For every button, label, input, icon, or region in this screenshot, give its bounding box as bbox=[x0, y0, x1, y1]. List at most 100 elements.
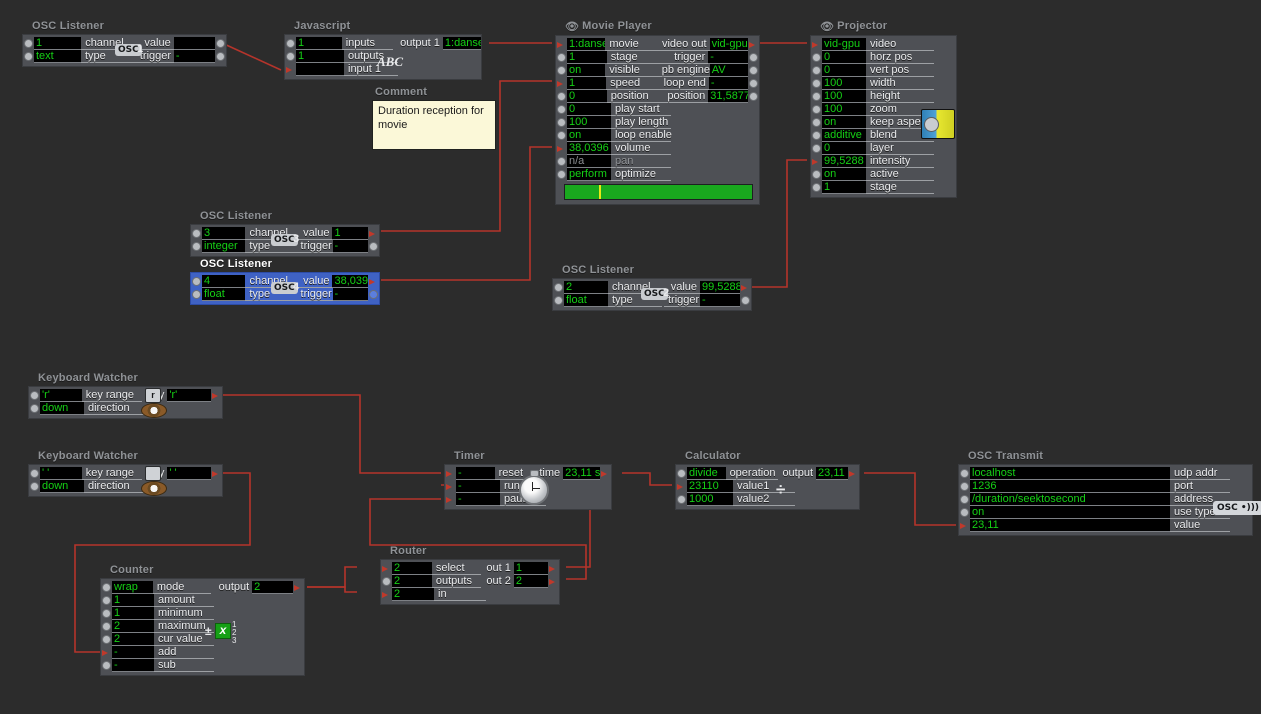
node-osc-listener-4[interactable]: OSC Listener 4 channel value 38,0396 flo… bbox=[190, 258, 380, 305]
input-port[interactable] bbox=[557, 105, 566, 114]
node-osc-listener-3[interactable]: OSC Listener 3 channel value 1 integer t… bbox=[190, 210, 380, 257]
input-port[interactable] bbox=[30, 469, 39, 478]
field-port[interactable]: 1236 bbox=[970, 480, 1170, 493]
field-height[interactable]: 100 bbox=[822, 90, 866, 103]
node-body[interactable]: vid-gpu video 0 horz pos 0 vert pos 100 … bbox=[810, 35, 957, 198]
input-port[interactable] bbox=[102, 635, 111, 644]
node-row[interactable]: 2 outputs out 2 2 bbox=[381, 575, 559, 588]
input-port[interactable] bbox=[812, 66, 821, 75]
field-udp-addr[interactable]: localhost bbox=[970, 467, 1170, 480]
node-row[interactable]: 0 layer bbox=[811, 142, 956, 155]
node-body[interactable]: 'r' key range key 'r' down direction r bbox=[28, 386, 223, 419]
node-row[interactable]: n/a pan bbox=[556, 155, 759, 168]
input-port[interactable] bbox=[812, 79, 821, 88]
input-port[interactable] bbox=[812, 118, 821, 127]
node-row[interactable]: 1 stage bbox=[811, 181, 956, 194]
node-projector-1[interactable]: 👁 Projector vid-gpu video 0 horz pos 0 ve… bbox=[810, 20, 957, 198]
input-port[interactable] bbox=[960, 482, 969, 491]
node-body[interactable]: 3 channel value 1 integer type trigger -… bbox=[190, 224, 380, 257]
field-keep-aspect[interactable]: on bbox=[822, 116, 866, 129]
input-port[interactable] bbox=[812, 92, 821, 101]
playback-progress-bar[interactable] bbox=[564, 184, 753, 200]
node-row[interactable]: 1 stage trigger - bbox=[556, 51, 759, 64]
output-port[interactable] bbox=[749, 53, 759, 62]
field-input-1[interactable] bbox=[296, 63, 344, 76]
output-port[interactable] bbox=[748, 66, 758, 75]
node-row[interactable]: 1 minimum bbox=[101, 607, 304, 620]
input-port[interactable] bbox=[286, 39, 295, 48]
output-port[interactable] bbox=[369, 242, 378, 251]
input-port[interactable] bbox=[102, 583, 111, 592]
input-port[interactable] bbox=[812, 144, 821, 153]
node-row[interactable]: 100 play length bbox=[556, 116, 759, 129]
node-row[interactable]: input 1 bbox=[285, 63, 481, 76]
input-port[interactable] bbox=[557, 131, 566, 140]
node-row[interactable]: divide operation output 23,11 bbox=[676, 467, 859, 480]
field-blend[interactable]: additive bbox=[822, 129, 866, 142]
node-row[interactable]: on use type bbox=[959, 506, 1252, 519]
input-port[interactable] bbox=[30, 404, 39, 413]
input-port[interactable] bbox=[812, 53, 821, 62]
output-port[interactable] bbox=[216, 39, 225, 48]
node-counter-1[interactable]: Counter wrap mode output 2 1 amount 1 mi… bbox=[100, 564, 305, 676]
node-row[interactable]: 0 horz pos bbox=[811, 51, 956, 64]
node-row[interactable]: 23,11 value bbox=[959, 519, 1252, 532]
field-play-length[interactable]: 100 bbox=[567, 116, 611, 129]
field-volume[interactable]: 38,0396 bbox=[567, 142, 611, 155]
field-reset[interactable]: - bbox=[456, 467, 495, 480]
node-row[interactable]: 2 maximum bbox=[101, 620, 304, 633]
field-intensity[interactable]: 99,5288 bbox=[822, 155, 866, 168]
input-port[interactable] bbox=[812, 131, 821, 140]
node-body[interactable]: ' ' key range key ' ' down direction bbox=[28, 464, 223, 497]
node-row[interactable]: 38,0396 volume bbox=[556, 142, 759, 155]
field-use-type[interactable]: on bbox=[970, 506, 1170, 519]
field-channel[interactable]: 2 bbox=[564, 281, 608, 294]
field-pause[interactable]: - bbox=[456, 493, 500, 506]
input-port[interactable] bbox=[677, 495, 686, 504]
comment-text[interactable]: Duration reception for movie bbox=[372, 100, 496, 150]
node-row[interactable]: 1 amount bbox=[101, 594, 304, 607]
field-visible[interactable]: on bbox=[567, 64, 606, 77]
field-layer[interactable]: 0 bbox=[822, 142, 866, 155]
input-port[interactable] bbox=[24, 39, 33, 48]
node-movie-player-1[interactable]: 👁 Movie Player 1:danse movie video out vi… bbox=[555, 20, 760, 205]
field-value1[interactable]: 23110 bbox=[687, 480, 733, 493]
output-port[interactable] bbox=[741, 296, 750, 305]
field-mode[interactable]: wrap bbox=[112, 581, 153, 594]
node-row[interactable]: 1 inputs output 1 1:danse bbox=[285, 37, 481, 50]
field-cur-value[interactable]: 2 bbox=[112, 633, 154, 646]
field-outputs[interactable]: 1 bbox=[296, 50, 344, 63]
node-body[interactable]: 4 channel value 38,0396 float type trigg… bbox=[190, 272, 380, 305]
field-channel[interactable]: 4 bbox=[202, 275, 246, 288]
node-body[interactable]: 1 channel value text type trigger - OSC … bbox=[22, 34, 227, 67]
input-port[interactable] bbox=[192, 290, 201, 299]
node-row[interactable]: 100 width bbox=[811, 77, 956, 90]
field-maximum[interactable]: 2 bbox=[112, 620, 154, 633]
node-row[interactable]: on visible pb engine AV bbox=[556, 64, 759, 77]
node-row[interactable]: 0 play start bbox=[556, 103, 759, 116]
node-router-1[interactable]: Router 2 select out 1 1 2 outputs out 2 … bbox=[380, 545, 560, 605]
node-comment-1[interactable]: Comment Duration reception for movie bbox=[372, 86, 496, 150]
node-row[interactable]: - add bbox=[101, 646, 304, 659]
field-value[interactable]: 23,11 bbox=[970, 519, 1170, 532]
input-port[interactable] bbox=[286, 52, 295, 61]
node-body[interactable]: divide operation output 23,11 23110 valu… bbox=[675, 464, 860, 510]
node-calculator-1[interactable]: Calculator divide operation output 23,11… bbox=[675, 450, 860, 510]
field-type[interactable]: text bbox=[34, 50, 81, 63]
node-row[interactable]: 0 vert pos bbox=[811, 64, 956, 77]
input-port[interactable] bbox=[102, 596, 111, 605]
node-row[interactable]: /duration/seektosecond address bbox=[959, 493, 1252, 506]
input-port[interactable] bbox=[812, 183, 821, 192]
node-osc-listener-2[interactable]: OSC Listener 2 channel value 99,5288 flo… bbox=[552, 264, 752, 311]
field-video[interactable]: vid-gpu bbox=[822, 38, 866, 51]
field-vert-pos[interactable]: 0 bbox=[822, 64, 866, 77]
field-channel[interactable]: 1 bbox=[34, 37, 82, 50]
node-row[interactable]: 0 position position 31,5877 bbox=[556, 90, 759, 103]
input-port[interactable] bbox=[960, 495, 969, 504]
node-row[interactable]: 2 cur value bbox=[101, 633, 304, 646]
field-sub[interactable]: - bbox=[112, 659, 154, 672]
node-timer-1[interactable]: Timer - reset time 23,11 s - run - pause bbox=[444, 450, 612, 510]
node-body[interactable]: 2 channel value 99,5288 float type trigg… bbox=[552, 278, 752, 311]
field-position-in[interactable]: 0 bbox=[567, 90, 607, 103]
field-value2[interactable]: 1000 bbox=[687, 493, 733, 506]
